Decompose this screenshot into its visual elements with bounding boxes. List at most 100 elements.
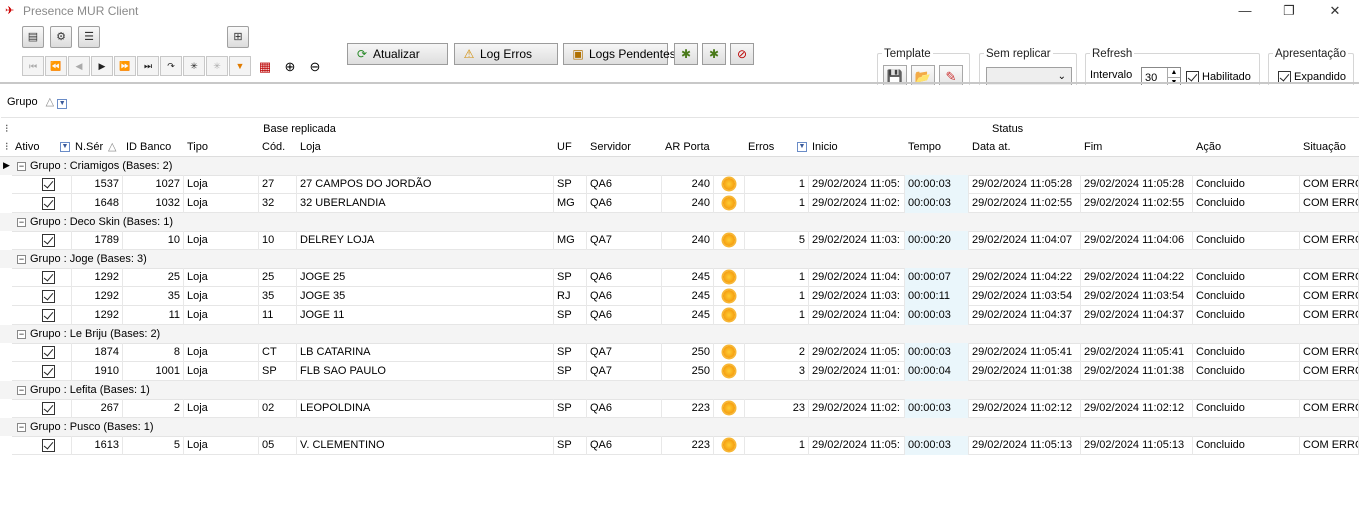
table-row[interactable]: 1874 8 Loja CT LB CATARINA SP QA7 250 2 29/02/202…: [0, 343, 1359, 362]
column-header-acao[interactable]: Ação: [1193, 138, 1300, 157]
cell-loja: LB CATARINA: [297, 343, 554, 362]
cell-idbanco: 2: [123, 399, 184, 418]
table-row[interactable]: 1292 25 Loja 25 JOGE 25 SP QA6 245 1 29/02/2024 1…: [0, 268, 1359, 287]
ativo-checkbox[interactable]: [12, 399, 72, 418]
cell-fim: 29/02/2024 11:04:22: [1081, 268, 1193, 287]
cell-loja: DELREY LOJA: [297, 231, 554, 250]
group-row[interactable]: − Grupo : Deco Skin (Bases: 1): [0, 213, 1359, 232]
first-page-icon[interactable]: ⏮: [22, 56, 44, 76]
table-row[interactable]: 1292 11 Loja 11 JOGE 11 SP QA6 245 1 29/02/2024 1…: [0, 306, 1359, 325]
list-icon[interactable]: ☰: [78, 26, 100, 48]
filter-icon[interactable]: ▼: [57, 99, 68, 109]
ativo-checkbox[interactable]: [12, 194, 72, 213]
table-row[interactable]: 1789 10 Loja 10 DELREY LOJA MG QA7 240 5 29/02/20…: [0, 231, 1359, 250]
column-header-cod[interactable]: Cód.: [259, 138, 297, 157]
group-row[interactable]: ▶ − Grupo : Criamigos (Bases: 2): [0, 157, 1359, 176]
spinner-up-icon[interactable]: ▲: [1167, 68, 1180, 78]
cell-idbanco: 35: [123, 287, 184, 306]
clipboard-icon[interactable]: ▤: [22, 26, 44, 48]
asterisk-icon[interactable]: ✳: [183, 56, 205, 76]
cell-uf: SP: [554, 362, 587, 381]
restore-button[interactable]: ❐: [1274, 2, 1304, 20]
refresh-arrow-icon[interactable]: ↷: [160, 56, 182, 76]
ativo-checkbox[interactable]: [12, 343, 72, 362]
cell-uf: SP: [554, 343, 587, 362]
hide-icon[interactable]: ⊘: [730, 43, 754, 65]
zoom-in-icon[interactable]: ⊕: [280, 57, 300, 77]
column-header-inicio[interactable]: Inicio: [809, 138, 905, 157]
cell-porta: 223: [662, 399, 714, 418]
column-header-icon[interactable]: [714, 138, 745, 157]
cell-acao: Concluido: [1193, 231, 1300, 250]
zoom-out-icon[interactable]: ⊖: [305, 57, 325, 77]
minimize-button[interactable]: —: [1230, 2, 1260, 20]
group-chip[interactable]: Grupo △ ▼: [7, 95, 68, 109]
collapse-icon[interactable]: −: [17, 329, 26, 339]
ativo-checkbox[interactable]: [12, 287, 72, 306]
column-header-tipo[interactable]: Tipo: [184, 138, 259, 157]
table-row[interactable]: 1292 35 Loja 35 JOGE 35 RJ QA6 245 1 29/02/2024 1…: [0, 287, 1359, 306]
table-row[interactable]: 1910 1001 Loja SP FLB SAO PAULO SP QA7 250 3 29/0…: [0, 362, 1359, 381]
collapse-icon[interactable]: −: [17, 385, 26, 395]
cell-erros: 1: [745, 194, 809, 213]
cell-inicio: 29/02/2024 11:05:: [809, 175, 905, 194]
column-header-uf[interactable]: UF: [554, 138, 587, 157]
column-header-porta[interactable]: AR Porta: [662, 138, 714, 157]
group-label: − Grupo : Deco Skin (Bases: 1): [17, 216, 174, 228]
band-menu-icon[interactable]: ⁝: [2, 120, 12, 139]
bug-icon[interactable]: ✱: [674, 43, 698, 65]
log-erros-button[interactable]: ⚠ Log Erros: [454, 43, 558, 65]
group-row[interactable]: − Grupo : Le Briju (Bases: 2): [0, 325, 1359, 344]
cell-tipo: Loja: [184, 194, 259, 213]
column-header-fim[interactable]: Fim: [1081, 138, 1193, 157]
column-header-servidor[interactable]: Servidor: [587, 138, 662, 157]
collapse-icon[interactable]: −: [17, 422, 26, 432]
cell-uf: MG: [554, 194, 587, 213]
column-header-idbanco[interactable]: ID Banco: [123, 138, 184, 157]
collapse-icon[interactable]: −: [17, 217, 26, 227]
cell-tempo: 00:00:03: [905, 306, 969, 325]
cell-idbanco: 5: [123, 436, 184, 455]
group-row[interactable]: − Grupo : Joge (Bases: 3): [0, 250, 1359, 269]
table-row[interactable]: 267 2 Loja 02 LEOPOLDINA SP QA6 223 23 29/02/2024…: [0, 399, 1359, 418]
cell-idbanco: 1027: [123, 175, 184, 194]
column-filter-icon[interactable]: ▼: [797, 142, 807, 152]
ativo-checkbox[interactable]: [12, 175, 72, 194]
column-header-loja[interactable]: Loja: [297, 138, 554, 157]
group-by-panel: Grupo △ ▼: [1, 85, 1359, 118]
column-filter-icon[interactable]: ▼: [60, 142, 70, 152]
filter-icon[interactable]: ▼: [229, 56, 251, 76]
last-page-icon[interactable]: ⏭: [137, 56, 159, 76]
ativo-checkbox[interactable]: [12, 231, 72, 250]
next-record-icon[interactable]: ▶: [91, 56, 113, 76]
table-row[interactable]: 1613 5 Loja 05 V. CLEMENTINO SP QA6 223 1 29/02/2…: [0, 436, 1359, 455]
table-row[interactable]: 1537 1027 Loja 27 27 CAMPOS DO JORDÃO SP QA6 24…: [0, 175, 1359, 194]
column-header-situacao[interactable]: Situação: [1300, 138, 1359, 157]
bug-alt-icon[interactable]: ✱: [702, 43, 726, 65]
table-row[interactable]: 1648 1032 Loja 32 32 UBERLANDIA MG QA6 240 1 29/0…: [0, 194, 1359, 213]
close-button[interactable]: ✕: [1320, 2, 1350, 20]
cell-fim: 29/02/2024 11:02:12: [1081, 399, 1193, 418]
atualizar-button[interactable]: ⟳ Atualizar: [347, 43, 448, 65]
group-row[interactable]: − Grupo : Lefita (Bases: 1): [0, 381, 1359, 400]
config-icon[interactable]: ⚙: [50, 26, 72, 48]
cell-situacao: COM ERRO: [1300, 362, 1359, 381]
collapse-icon[interactable]: −: [17, 254, 26, 264]
ativo-checkbox[interactable]: [12, 268, 72, 287]
asterisk-disabled-icon[interactable]: ✳: [206, 56, 228, 76]
collapse-icon[interactable]: −: [17, 161, 26, 171]
ativo-checkbox[interactable]: [12, 362, 72, 381]
network-icon[interactable]: ⊞: [227, 26, 249, 48]
column-menu-icon[interactable]: ⁝: [2, 138, 12, 157]
ativo-checkbox[interactable]: [12, 306, 72, 325]
column-header-data[interactable]: Data at.: [969, 138, 1081, 157]
column-header-tempo[interactable]: Tempo: [905, 138, 969, 157]
next-page-icon[interactable]: ⏩: [114, 56, 136, 76]
export-icon[interactable]: ▦: [255, 57, 275, 77]
logs-pendentes-button[interactable]: ▣ Logs Pendentes: [563, 43, 676, 65]
ativo-checkbox[interactable]: [12, 436, 72, 455]
cell-idbanco: 1032: [123, 194, 184, 213]
prev-page-icon[interactable]: ⏪: [45, 56, 67, 76]
group-row[interactable]: − Grupo : Pusco (Bases: 1): [0, 418, 1359, 437]
prev-record-icon[interactable]: ◀: [68, 56, 90, 76]
